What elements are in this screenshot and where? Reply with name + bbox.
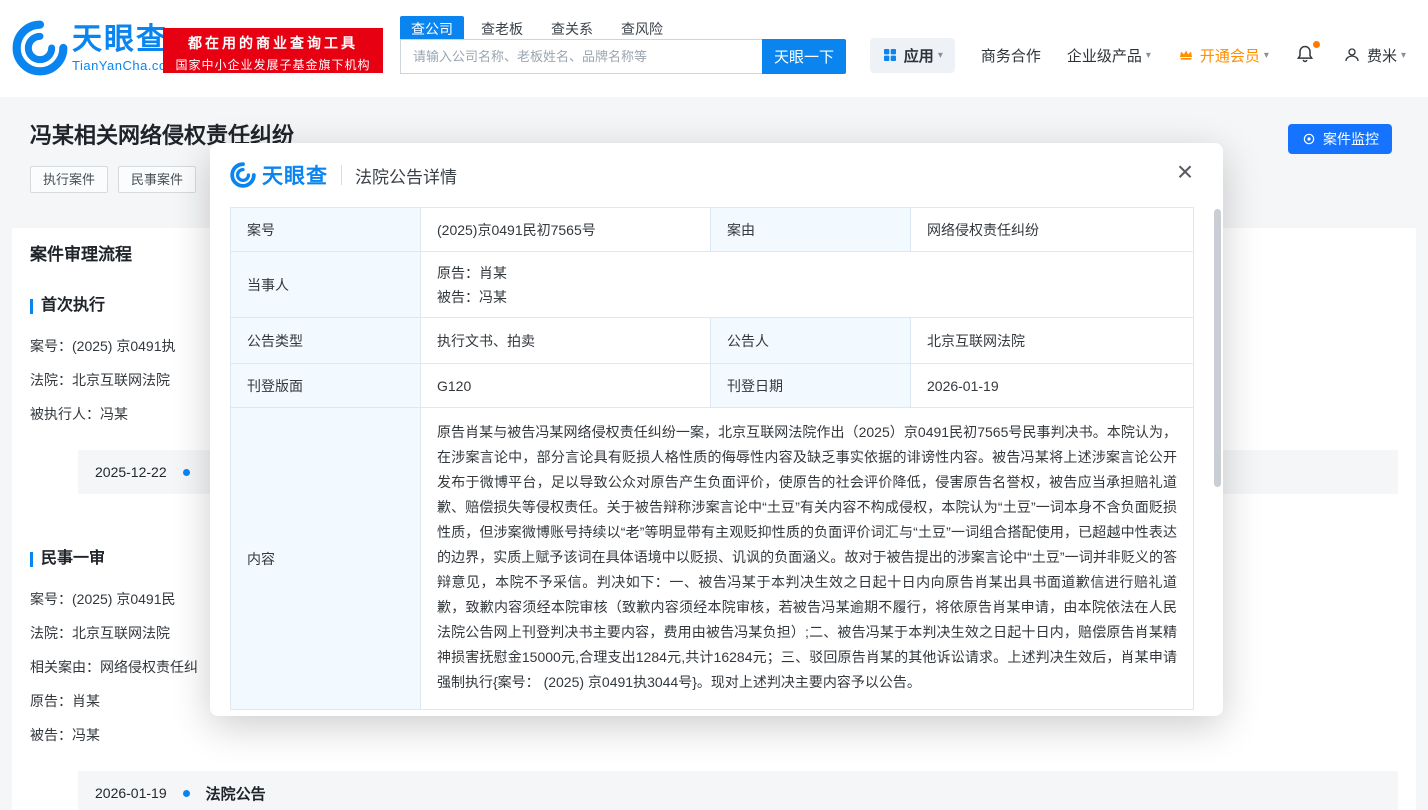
notification-badge: [1312, 41, 1320, 48]
table-row: 案号 (2025)京0491民初7565号 案由 网络侵权责任纠纷: [230, 207, 1194, 252]
case-number-value: (2025)京0491民初7565号: [420, 207, 711, 252]
app-logo[interactable]: 天眼查 TianYanCha.com: [12, 20, 178, 76]
publish-date-label: 刊登日期: [710, 363, 911, 408]
field-defendant: 被告：冯某: [30, 727, 100, 743]
content-label: 内容: [230, 407, 421, 710]
crown-icon: [1179, 50, 1192, 60]
announcer-value: 北京互联网法院: [910, 317, 1194, 364]
nav-apps-label: 应用: [903, 47, 934, 65]
timeline-dot-icon: [182, 789, 190, 797]
bell-icon: [1296, 45, 1314, 63]
close-icon[interactable]: ×: [1169, 156, 1201, 188]
parties-value: 原告：肖某 被告：冯某: [420, 251, 1194, 318]
top-header: 天眼查 TianYanCha.com 都在用的商业查询工具 国家中小企业发展子基…: [0, 0, 1428, 97]
nav-apps[interactable]: 应用 ▾: [869, 37, 955, 73]
announcement-type-label: 公告类型: [230, 317, 421, 364]
defendant-line: 被告：冯某: [437, 288, 507, 305]
publish-layout-value: G120: [420, 363, 711, 408]
nav-open-vip[interactable]: 开通会员 ▾: [1177, 45, 1269, 66]
stage-accent-bar: [30, 551, 33, 567]
content-value: 原告肖某与被告冯某网络侵权责任纠纷一案，北京互联网法院作出（2025）京0491…: [420, 407, 1194, 710]
modal-title: 法院公告详情: [355, 167, 457, 187]
promo-line1: 都在用的商业查询工具: [188, 35, 358, 51]
table-row: 公告类型 执行文书、拍卖 公告人 北京互联网法院: [230, 317, 1194, 364]
case-monitor-button[interactable]: 案件监控: [1288, 124, 1392, 154]
case-tag: 执行案件: [30, 166, 109, 193]
table-row: 内容 原告肖某与被告冯某网络侵权责任纠纷一案，北京互联网法院作出（2025）京0…: [230, 407, 1194, 710]
monitor-icon: [1303, 133, 1315, 145]
user-icon: [1345, 48, 1359, 62]
announcement-detail-table: 案号 (2025)京0491民初7565号 案由 网络侵权责任纠纷 当事人 原告…: [230, 207, 1194, 710]
apps-grid-icon: [883, 49, 896, 61]
timeline-row: 2026-01-19 法院公告: [78, 771, 1398, 810]
case-number-label: 案号: [230, 207, 421, 252]
promo-line2: 国家中小企业发展子基金旗下机构: [175, 58, 371, 72]
timeline-date: 2025-12-22: [95, 464, 167, 480]
plaintiff-line: 原告：肖某: [437, 264, 507, 281]
nav-user-name: 费米: [1366, 47, 1397, 65]
nav-enterprise-products[interactable]: 企业级产品 ▾: [1067, 45, 1151, 66]
stage-accent-bar: [30, 298, 33, 314]
tianyancha-swirl-icon: [12, 20, 68, 76]
timeline-date: 2026-01-19: [95, 785, 167, 801]
nav-user-account[interactable]: 费米 ▾: [1343, 45, 1406, 66]
table-row: 刊登版面 G120 刊登日期 2026-01-19: [230, 363, 1194, 408]
modal-brand-name: 天眼查: [262, 165, 328, 188]
modal-scrollbar[interactable]: [1214, 209, 1221, 487]
chevron-down-icon: ▾: [937, 49, 943, 61]
top-nav: 应用 ▾ 商务合作 企业级产品 ▾ 开通会员 ▾ 费米 ▾: [844, 36, 1406, 74]
announcer-label: 公告人: [710, 317, 911, 364]
modal-header: 天眼查 法院公告详情 ×: [210, 143, 1223, 207]
case-tags: 执行案件 民事案件: [30, 166, 206, 193]
chevron-down-icon: ▾: [1145, 49, 1151, 61]
court-announcement-modal: 天眼查 法院公告详情 × 案号 (2025)京0491民初7565号 案由 网络…: [210, 143, 1223, 716]
chevron-down-icon: ▾: [1400, 49, 1406, 61]
nav-notifications[interactable]: [1295, 41, 1320, 67]
cause-label: 案由: [710, 207, 911, 252]
publish-date-value: 2026-01-19: [910, 363, 1194, 408]
timeline-event-court-announcement[interactable]: 法院公告: [206, 783, 266, 804]
search-button[interactable]: 天眼一下: [762, 39, 846, 74]
parties-label: 当事人: [230, 251, 421, 318]
divider: [341, 165, 342, 185]
announcement-type-value: 执行文书、拍卖: [420, 317, 711, 364]
case-tag: 民事案件: [118, 166, 197, 193]
promo-banner: 都在用的商业查询工具 国家中小企业发展子基金旗下机构: [163, 28, 383, 73]
search-input[interactable]: [400, 39, 762, 74]
timeline-dot-icon: [182, 468, 190, 476]
publish-layout-label: 刊登版面: [230, 363, 421, 408]
nav-business-cooperation[interactable]: 商务合作: [981, 45, 1041, 66]
cause-value: 网络侵权责任纠纷: [910, 207, 1194, 252]
search-box: 天眼一下: [400, 39, 846, 74]
tianyancha-swirl-icon: [230, 162, 256, 188]
table-row: 当事人 原告：肖某 被告：冯某: [230, 251, 1194, 318]
chevron-down-icon: ▾: [1263, 49, 1269, 61]
